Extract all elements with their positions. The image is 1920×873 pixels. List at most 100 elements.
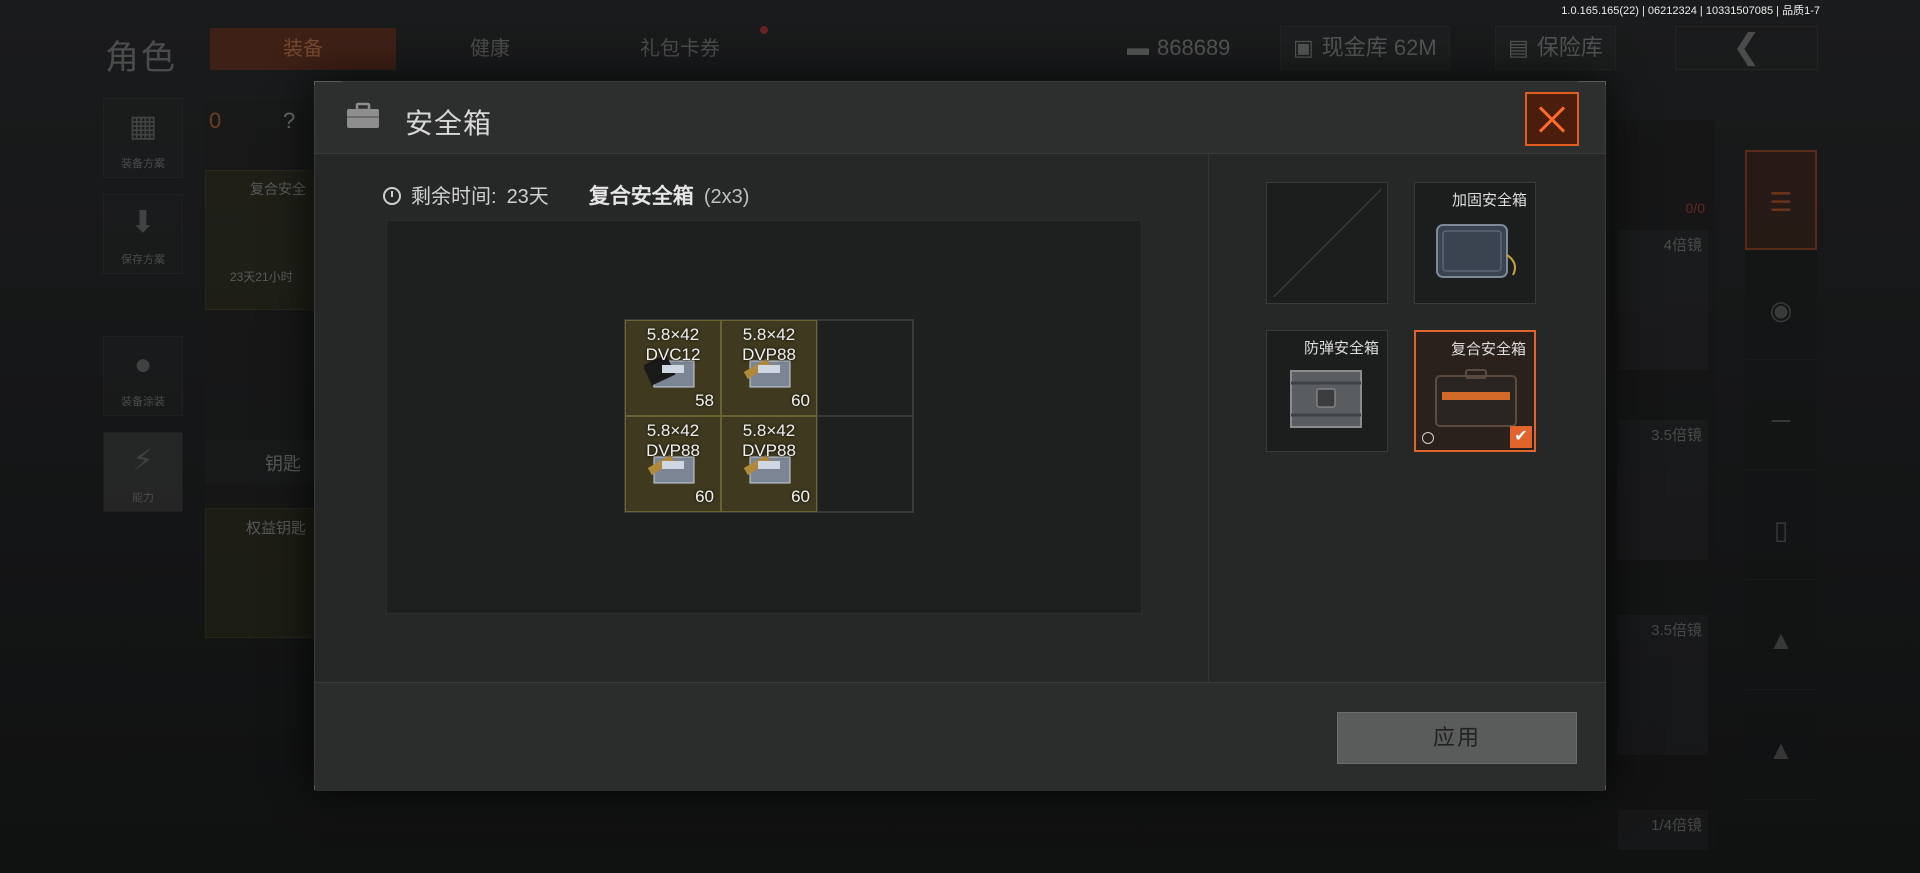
key-slot-label: 权益钥匙: [246, 520, 307, 537]
empty-cell[interactable]: [817, 416, 913, 512]
download-icon: ⬇: [130, 206, 156, 239]
ammo-caliber: 5.8×42: [646, 325, 700, 344]
ammo-count: 60: [695, 487, 714, 506]
case-option-composite[interactable]: 复合安全箱 ✔: [1414, 330, 1536, 452]
category-helmet-icon[interactable]: ◉: [1745, 260, 1817, 360]
case-option-label: 防弹安全箱: [1303, 340, 1379, 357]
case-dimensions: (2x3): [703, 186, 750, 208]
dialog-header: 安全箱: [315, 82, 1605, 154]
back-button[interactable]: ❮: [1675, 26, 1818, 70]
briefcase-icon: [347, 102, 379, 128]
remaining-time-label: 剩余时间:: [411, 186, 497, 208]
bulletproof-case-icon: [1290, 370, 1362, 428]
category-bullet-icon[interactable]: ▲: [1745, 590, 1817, 690]
notification-dot: [760, 26, 768, 34]
ammo-type: DVC12: [645, 345, 701, 364]
case-option-bulletproof[interactable]: 防弹安全箱: [1266, 330, 1388, 452]
case-option-label: 复合安全箱: [1450, 341, 1526, 358]
loadout-plan-label: 装备方案: [121, 158, 165, 170]
dialog-title: 安全箱: [405, 108, 493, 139]
scope-label: 4倍镜: [1663, 237, 1702, 254]
ability-button[interactable]: ⚡ 能力: [103, 432, 183, 512]
ammo-caliber: 5.8×42: [742, 325, 796, 344]
ammo-type: DVP88: [646, 441, 700, 460]
coin-balance: ▬ 868689: [1115, 26, 1242, 70]
scope-item[interactable]: 3.5倍镜: [1618, 615, 1708, 755]
apply-button[interactable]: 应用: [1337, 712, 1577, 764]
ammo-ratio: 0/0: [1685, 200, 1705, 216]
page-title: 角色: [105, 39, 177, 77]
case-info: 剩余时间: 23天 复合安全箱 (2x3): [383, 180, 749, 210]
case-option-reinforced[interactable]: 加固安全箱: [1414, 182, 1536, 304]
skin-button[interactable]: ● 装备涂装: [103, 336, 183, 416]
case-slot[interactable]: 复合安全 23天21小时: [205, 170, 315, 310]
skin-label: 装备涂装: [121, 396, 165, 408]
case-grid: 5.8×42 DVC12 58 5.8×42 DVP88 60 5.8×42 D…: [624, 319, 914, 513]
case-name: 复合安全箱: [588, 185, 694, 208]
ammo-count: 60: [791, 391, 810, 410]
insurance-label: 保险库: [1536, 35, 1603, 60]
back-arrow-icon: ❮: [1732, 28, 1761, 66]
ammo-count: 60: [791, 487, 810, 506]
save-plan-label: 保存方案: [121, 254, 165, 266]
checkmark-icon: ✔: [1510, 426, 1532, 448]
scope-label: 3.5倍镜: [1651, 622, 1702, 639]
category-column: ☰ ◉ ─ ▯ ▲ ▲: [1745, 150, 1817, 850]
helmet-icon: ●: [133, 348, 153, 381]
scope-item[interactable]: 1/4倍镜: [1618, 810, 1708, 850]
case-option-empty[interactable]: [1266, 182, 1388, 304]
loadout-plan-button[interactable]: ▦ 装备方案: [103, 98, 183, 178]
save-plan-button[interactable]: ⬇ 保存方案: [103, 194, 183, 274]
ammo-cell[interactable]: 5.8×42 DVP88 60: [625, 416, 721, 512]
safe-box-dialog: 安全箱 剩余时间: 23天 复合安全箱 (2x3) 5.8×42 DVC12 5…: [314, 81, 1606, 791]
case-slot-time: 23天21小时: [230, 270, 293, 284]
case-option-label: 加固安全箱: [1451, 192, 1527, 209]
lightning-icon: ⚡: [132, 444, 154, 477]
case-slot-label: 复合安全: [250, 181, 306, 197]
clock-icon: [383, 187, 401, 205]
empty-cell[interactable]: [817, 320, 913, 416]
ammo-caliber: 5.8×42: [742, 421, 796, 440]
insurance-button[interactable]: ▤ 保险库: [1495, 26, 1616, 70]
close-button[interactable]: [1525, 92, 1579, 146]
reinforced-case-icon: [1436, 224, 1516, 278]
ammo-type: DVP88: [742, 345, 796, 364]
category-rifle-icon[interactable]: ─: [1745, 370, 1817, 470]
vault-label: 现金库 62M: [1321, 35, 1437, 60]
category-stack-icon[interactable]: ☰: [1745, 150, 1817, 250]
backpack-count: 0: [209, 108, 222, 133]
scope-item[interactable]: 4倍镜: [1618, 230, 1708, 370]
scope-label: 3.5倍镜: [1651, 427, 1702, 444]
tab-health[interactable]: 健康: [440, 28, 540, 70]
scope-list: 0/0 4倍镜 3.5倍镜 3.5倍镜 1/4倍镜: [1610, 120, 1715, 850]
category-magazine-icon[interactable]: ▯: [1745, 480, 1817, 580]
scope-item[interactable]: 3.5倍镜: [1618, 420, 1708, 560]
ammo-caliber: 5.8×42: [646, 421, 700, 440]
insurance-icon: ▤: [1508, 35, 1529, 60]
tab-gift-cards[interactable]: 礼包卡券: [600, 28, 760, 70]
ammo-type: DVP88: [742, 441, 796, 460]
case-storage-area: 5.8×42 DVC12 58 5.8×42 DVP88 60 5.8×42 D…: [386, 220, 1142, 614]
backpack-icon: ▦: [128, 110, 158, 143]
dialog-footer: 应用: [315, 682, 1605, 791]
ammo-cell[interactable]: 5.8×42 DVP88 60: [721, 416, 817, 512]
key-label: 钥匙: [265, 454, 301, 474]
version-info: 1.0.165.165(22) | 06212324 | 10331507085…: [1561, 5, 1820, 17]
vault-button[interactable]: ▣ 现金库 62M: [1280, 26, 1450, 70]
help-icon[interactable]: ?: [283, 108, 295, 134]
key-section[interactable]: 钥匙: [205, 440, 315, 484]
coin-icon: ▬: [1127, 35, 1149, 60]
ammo-cell[interactable]: 5.8×42 DVP88 60: [721, 320, 817, 416]
key-slot[interactable]: 权益钥匙: [205, 508, 315, 638]
ammo-count: 58: [695, 391, 714, 410]
scope-label: 1/4倍镜: [1651, 817, 1702, 834]
remaining-time-value: 23天: [506, 186, 549, 208]
vault-icon: ▣: [1293, 35, 1314, 60]
category-attachment-icon[interactable]: ▲: [1745, 700, 1817, 800]
tab-equipment[interactable]: 装备: [210, 28, 396, 70]
coin-amount: 868689: [1157, 35, 1231, 60]
ability-label: 能力: [132, 492, 154, 504]
ammo-cell[interactable]: 5.8×42 DVC12 58: [625, 320, 721, 416]
timer-icon: [1422, 432, 1434, 444]
panel-divider: [1208, 154, 1209, 682]
